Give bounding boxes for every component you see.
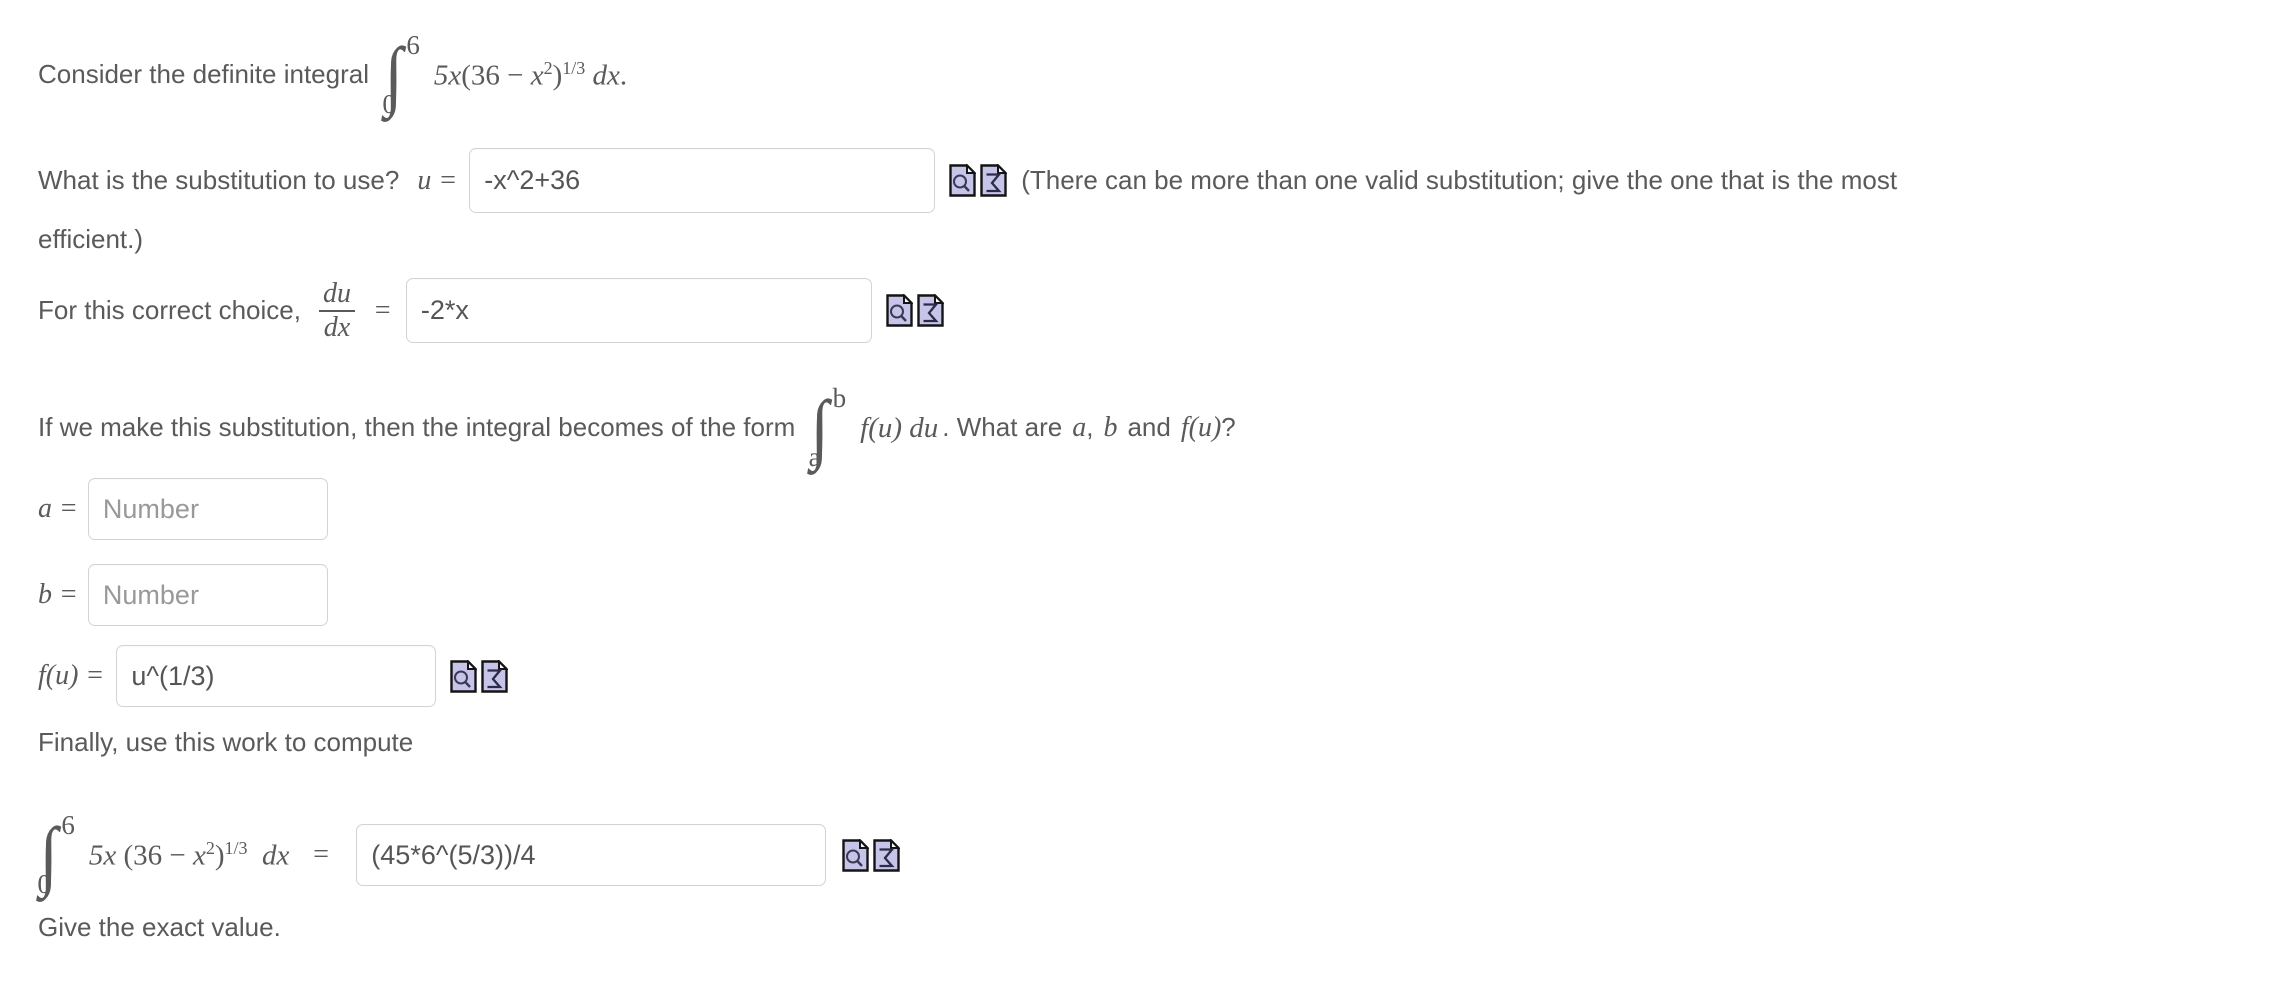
integral-upper-limit: 6 (406, 30, 420, 60)
integral-period: . (619, 59, 628, 92)
form-text-part2: . What are (942, 412, 1063, 443)
integral-lower-limit: 0 (382, 89, 396, 119)
exact-value-note-row: Give the exact value. (38, 912, 281, 943)
integrand-close-paren: ) (552, 59, 563, 92)
a-label: a = (38, 493, 78, 524)
fraction-denominator: dx (323, 311, 351, 343)
problem-integral: 6 0 ∫ 5x(36 − x2)1/3 dx. (382, 30, 627, 118)
b-value-row: b = (38, 564, 328, 626)
dudx-input-tools (886, 294, 944, 327)
final-integral-row: 6 0 ∫ 5x (36 − x2)1/3 dx = (37, 810, 901, 898)
form-comma: , (1086, 412, 1094, 443)
integrand-open-paren: (36 − (461, 59, 531, 92)
preview-magnifier-icon[interactable] (949, 164, 977, 197)
final-integrand-close-paren: ) (214, 839, 225, 872)
a-value-row: a = (38, 478, 328, 540)
final-answer-input[interactable] (356, 824, 827, 886)
preview-magnifier-icon[interactable] (842, 838, 870, 872)
integral-integrand: 5x(36 − x2)1/3 dx. (434, 58, 627, 93)
final-integrand-outer-exponent: 1/3 (224, 837, 248, 858)
form-integral: b a ∫ f(u) du (809, 383, 939, 471)
final-answer-tools (842, 838, 901, 872)
form-integral-upper-limit: b (832, 383, 847, 413)
fu-input-tools (450, 659, 509, 693)
substitution-question-row: What is the substitution to use? u = -x^… (38, 148, 1897, 213)
form-variable-a: a (1072, 412, 1087, 443)
finally-text-row: Finally, use this work to compute (38, 727, 413, 758)
substitution-note-line2: efficient.) (38, 224, 144, 254)
final-integrand-open-paren: (36 − (123, 839, 194, 872)
final-integrand-inner-exponent: 2 (205, 837, 215, 858)
final-integral-limits: 6 0 (37, 810, 75, 898)
finally-text: Finally, use this work to compute (38, 727, 414, 757)
form-and-text: and (1127, 412, 1171, 443)
du-dx-fraction: du dx (318, 278, 355, 343)
integrand-coefficient: 5x (433, 59, 462, 92)
sigma-formula-icon[interactable] (917, 294, 944, 327)
substitution-form-row: If we make this substitution, then the i… (38, 385, 1236, 471)
exact-value-note: Give the exact value. (38, 912, 281, 942)
substitution-note-line1: (There can be more than one valid substi… (1021, 164, 1898, 195)
derivative-equals-sign: = (372, 294, 392, 326)
preview-magnifier-icon[interactable] (450, 659, 478, 693)
final-integral-integrand: 5x (36 − x2)1/3 dx (89, 838, 290, 873)
form-question-mark: ? (1221, 412, 1236, 443)
final-integrand-coefficient: 5x (88, 839, 117, 872)
integrand-outer-exponent: 1/3 (562, 57, 586, 78)
sigma-formula-icon[interactable] (481, 659, 509, 693)
b-label: b = (38, 579, 78, 610)
u-substitution-input[interactable] (469, 148, 936, 213)
form-variable-fu: f(u) (1180, 412, 1222, 443)
final-integrand-differential: dx (262, 839, 290, 872)
form-integral-lower-limit: a (808, 442, 821, 472)
worksheet-page: Consider the definite integral 6 0 ∫ 5x(… (0, 0, 2287, 985)
form-integral-limits: b a (809, 383, 847, 471)
form-integrand-fu: f(u) (860, 411, 903, 444)
derivative-row: For this correct choice, du dx = (38, 278, 944, 343)
intro-integral-row: Consider the definite integral 6 0 ∫ 5x(… (38, 32, 627, 118)
fu-label: f(u) = (38, 660, 105, 691)
substitution-note-row2: efficient.) (38, 224, 143, 255)
integrand-inner-exponent: 2 (543, 57, 553, 78)
final-equals-sign: = (311, 839, 331, 870)
final-integral: 6 0 ∫ 5x (36 − x2)1/3 dx (37, 810, 290, 898)
du-dx-input[interactable] (405, 278, 872, 343)
fu-value-row: f(u) = (38, 645, 509, 707)
form-variable-b: b (1103, 412, 1118, 443)
integral-limits: 6 0 (382, 30, 420, 118)
sigma-formula-icon[interactable] (873, 838, 901, 872)
integrand-differential: dx (592, 59, 620, 92)
sigma-formula-icon[interactable] (980, 164, 1008, 197)
substitution-question-text: What is the substitution to use? (38, 164, 400, 195)
final-integral-upper-limit: 6 (61, 810, 75, 840)
final-integrand-variable: x (193, 839, 206, 872)
fu-input[interactable] (116, 645, 437, 707)
a-input[interactable] (87, 478, 328, 540)
preview-magnifier-icon[interactable] (886, 294, 913, 327)
fraction-numerator: du (322, 278, 351, 310)
integrand-variable: x (530, 59, 544, 92)
b-input[interactable] (87, 564, 328, 626)
derivative-prompt-text: For this correct choice, (38, 294, 301, 325)
intro-text: Consider the definite integral (38, 59, 369, 90)
u-equals-label: u = (417, 164, 458, 196)
form-text-part1: If we make this substitution, then the i… (38, 412, 796, 443)
form-integrand-du: du (909, 411, 939, 444)
form-integral-integrand: f(u) du (860, 412, 938, 445)
u-input-tools (949, 164, 1008, 197)
final-integral-lower-limit: 0 (37, 869, 51, 899)
